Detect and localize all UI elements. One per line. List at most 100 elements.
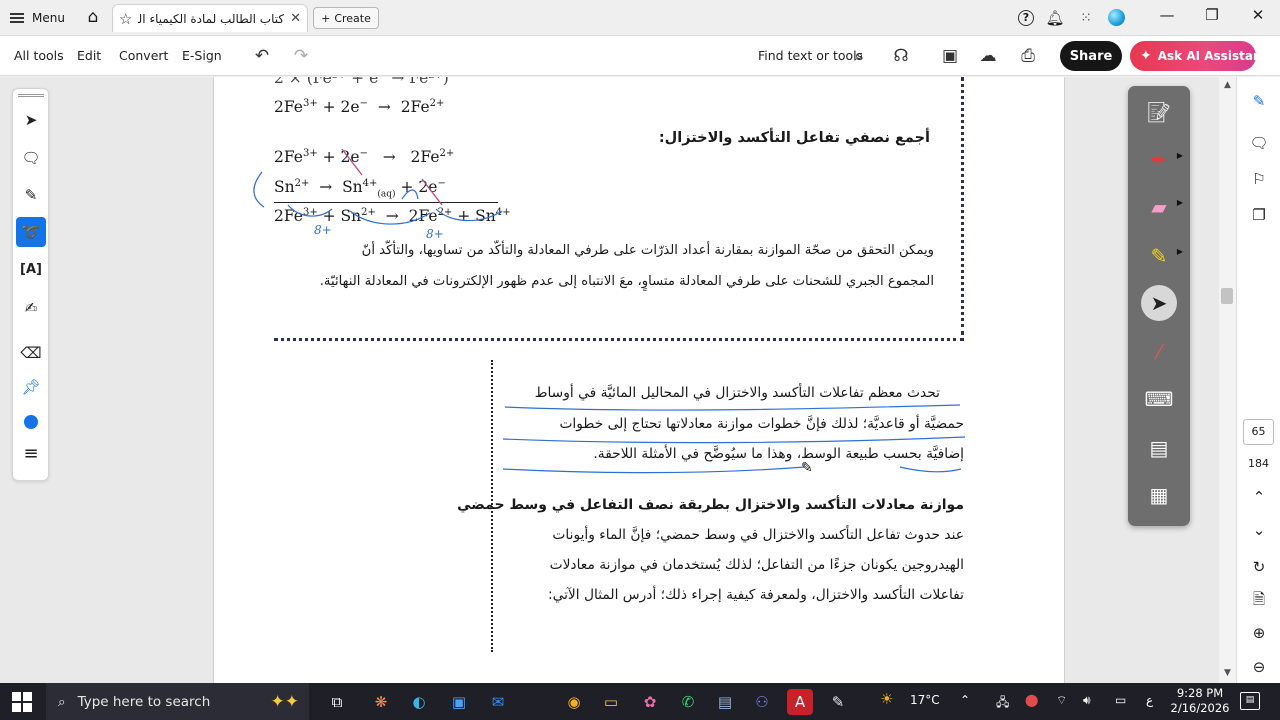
bookmark-icon[interactable]: ⚐: [1247, 167, 1271, 191]
red-pen-icon[interactable]: ✒ ▶: [1141, 142, 1183, 178]
security-icon[interactable]: ⬤: [1025, 693, 1038, 707]
create-label: Create: [334, 11, 371, 25]
home-icon[interactable]: ⌂: [82, 6, 104, 28]
file-explorer-icon[interactable]: ▭: [598, 689, 624, 715]
mail-icon[interactable]: ✉: [485, 689, 511, 715]
eraser-icon[interactable]: ▰ ▶: [1141, 189, 1183, 225]
scroll-thumb[interactable]: [1221, 288, 1233, 304]
star-icon[interactable]: ☆: [119, 10, 132, 28]
network-icon[interactable]: 🖧︎: [996, 693, 1009, 714]
create-button[interactable]: + Create: [313, 7, 379, 29]
edit-pdf-icon[interactable]: ✎: [1247, 89, 1271, 113]
freehand-draw-icon[interactable]: ➰: [16, 217, 46, 247]
close-window-button[interactable]: ✕: [1246, 6, 1270, 24]
comment-icon[interactable]: 🗨︎: [16, 143, 46, 173]
hamburger-icon: [10, 13, 24, 23]
pin-icon[interactable]: 📌︎: [16, 372, 46, 402]
more-lines-icon[interactable]: ≡: [16, 439, 46, 469]
tab-close-icon[interactable]: ✕: [290, 11, 301, 26]
page-info-icon[interactable]: 🗎︎: [1247, 587, 1271, 611]
scroll-up-arrow[interactable]: ▲: [1219, 80, 1236, 90]
document-canvas: 2 × (Fe³⁺ + e⁻ → Fe²⁺) 2Fe3+ + 2e− → 2Fe…: [0, 77, 1236, 683]
search-icon[interactable]: ⌕: [848, 45, 870, 67]
ai-sparkle-icon: ✦: [1140, 48, 1152, 64]
store-icon[interactable]: ▣: [446, 689, 472, 715]
plus-icon: +: [321, 11, 331, 25]
paragraph-check-line-2: المجموع الجبري للشحنات على طرفي المعادلة…: [319, 274, 934, 289]
vertical-scrollbar[interactable]: [1219, 77, 1236, 683]
all-tools-menu[interactable]: All tools: [14, 48, 64, 63]
windows-start-icon[interactable]: [12, 692, 32, 712]
window-capture-icon[interactable]: ▦: [1141, 477, 1177, 513]
current-page-input[interactable]: 65: [1243, 419, 1274, 445]
highlight-icon[interactable]: ✎: [16, 180, 46, 210]
comment-panel-icon[interactable]: 🗨︎: [1247, 131, 1271, 155]
battery-icon[interactable]: ▭: [1115, 693, 1126, 707]
task-view-icon[interactable]: ⧉: [324, 689, 350, 715]
screen-capture-icon[interactable]: ▤: [1141, 430, 1177, 466]
save-icon[interactable]: ▣: [939, 45, 961, 67]
text-select-icon[interactable]: [A]: [16, 255, 46, 285]
edge-icon[interactable]: ◐: [406, 689, 432, 715]
zoom-in-icon[interactable]: ⊕: [1247, 621, 1271, 645]
edit-menu[interactable]: Edit: [77, 48, 101, 63]
scroll-down-arrow[interactable]: ▼: [1219, 668, 1236, 678]
acrobat-icon[interactable]: A: [787, 689, 813, 715]
page-down-icon[interactable]: ⌄: [1247, 518, 1271, 542]
share-button[interactable]: Share: [1060, 41, 1122, 71]
taskbar-search[interactable]: ⌕ Type here to search ✦✦: [46, 683, 309, 720]
whatsapp-icon[interactable]: ✆: [675, 689, 701, 715]
convert-menu[interactable]: Convert: [119, 48, 168, 63]
input-language[interactable]: ع: [1146, 693, 1153, 707]
color-dot-icon[interactable]: [16, 406, 46, 436]
notepad-icon[interactable]: 📝︎: [1141, 94, 1177, 130]
document-tab[interactable]: ☆ كتاب الطالب لمادة الكيمياء الث.. ✕: [112, 4, 308, 32]
remote-app-icon[interactable]: ▤: [712, 689, 738, 715]
notification-center-icon[interactable]: ▤: [1240, 692, 1260, 710]
drawing-palette: 📝︎ ✒ ▶ ▰ ▶ ✎ ▶ ➤ ⁄ ⌨ ▤ ▦: [1128, 86, 1190, 526]
paint-icon[interactable]: ✿: [637, 689, 663, 715]
search-highlight-icon: ✦✦: [270, 691, 300, 712]
pen-cursor-icon: ✎: [801, 460, 813, 476]
menu-button[interactable]: Menu: [10, 7, 65, 29]
wifi-icon[interactable]: ⌔: [1056, 693, 1067, 708]
apps-grid-icon[interactable]: ⁙: [1075, 7, 1097, 29]
chrome-icon[interactable]: ◉: [561, 689, 587, 715]
highlighter-icon[interactable]: ✎ ▶: [1141, 238, 1183, 274]
weather-temp[interactable]: 17°C: [910, 693, 940, 707]
weather-icon[interactable]: ☀: [880, 690, 893, 708]
volume-icon[interactable]: 🔊︎: [1083, 693, 1091, 708]
keyboard-icon[interactable]: ⌨: [1141, 381, 1177, 417]
taskbar-search-placeholder: Type here to search: [77, 693, 211, 710]
help-icon[interactable]: ?: [1015, 7, 1037, 29]
whiteboard-icon[interactable]: ✎: [825, 689, 851, 715]
read-aloud-icon[interactable]: ☊: [890, 45, 912, 67]
esign-menu[interactable]: E-Sign: [182, 48, 222, 63]
rail-grip-handle[interactable]: [18, 94, 44, 97]
maximize-button[interactable]: ❐: [1200, 6, 1224, 24]
rotate-icon[interactable]: ↻: [1247, 555, 1271, 579]
copilot-icon[interactable]: ❋: [368, 689, 394, 715]
undo-icon[interactable]: ↶: [251, 45, 273, 67]
cursor-icon[interactable]: ➤: [1141, 285, 1177, 321]
zoom-out-icon[interactable]: ⊖: [1247, 655, 1271, 679]
pages-icon[interactable]: ❐: [1247, 203, 1271, 227]
minimize-button[interactable]: —: [1155, 6, 1179, 24]
bell-icon[interactable]: 🔔︎: [1044, 7, 1066, 29]
select-arrow-icon[interactable]: ➤: [16, 105, 46, 135]
taskbar-clock[interactable]: 9:28 PM 2/16/2026: [1170, 686, 1230, 716]
fill-sign-icon[interactable]: ✍: [16, 293, 46, 323]
ai-orb-icon[interactable]: [1105, 7, 1127, 29]
page-up-icon[interactable]: ⌃: [1247, 485, 1271, 509]
heading-combine-half-reactions: أجمع نصفي تفاعل التأكسد والاختزال:: [658, 130, 930, 146]
eraser-icon[interactable]: ⌫: [16, 338, 46, 368]
ai-assistant-button[interactable]: ✦ Ask AI Assistant: [1130, 41, 1256, 71]
redo-icon[interactable]: ↷: [290, 45, 312, 67]
tray-overflow-icon[interactable]: ⌃: [960, 693, 970, 707]
cloud-upload-icon[interactable]: ☁: [977, 45, 999, 67]
print-icon[interactable]: ⎙: [1017, 45, 1039, 67]
teams-icon[interactable]: ⚇: [749, 689, 775, 715]
laser-pointer-icon[interactable]: ⁄: [1141, 334, 1177, 370]
tab-title: كتاب الطالب لمادة الكيمياء الث..: [138, 11, 285, 26]
ai-assistant-label: Ask AI Assistant: [1157, 49, 1256, 63]
